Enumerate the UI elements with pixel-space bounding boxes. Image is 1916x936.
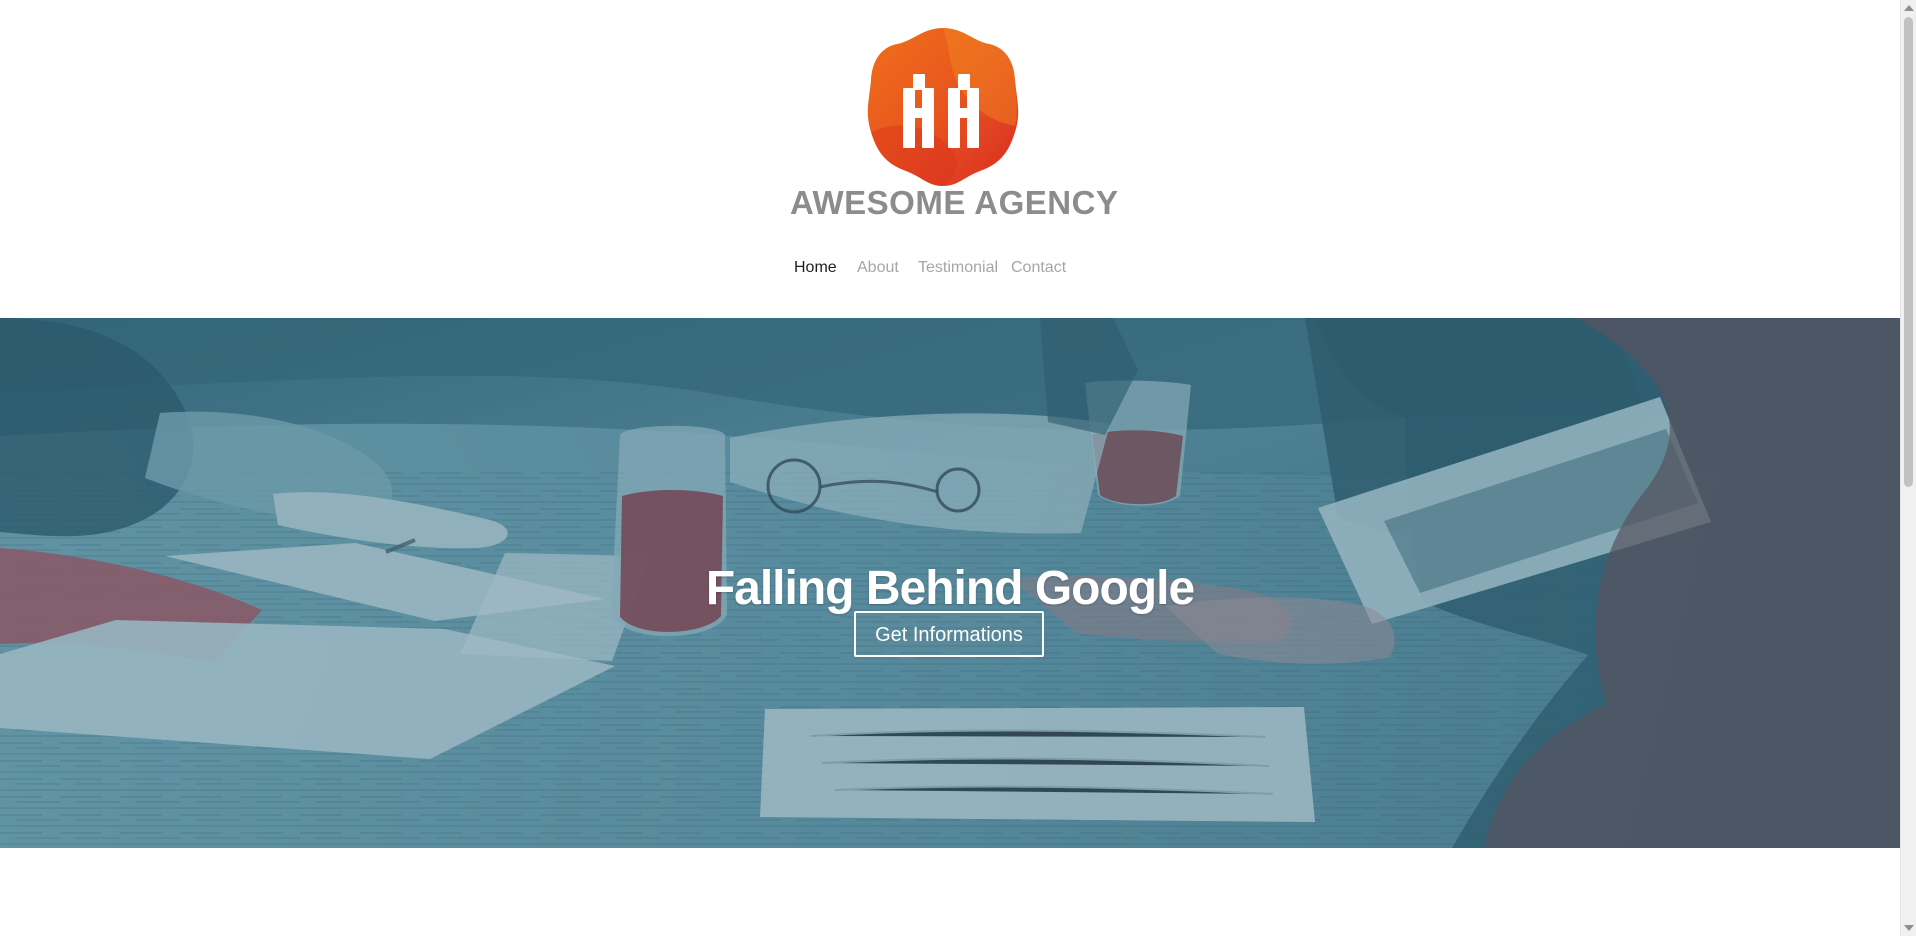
webpage: AWESOME AGENCY Home About Testimonial Co… <box>0 0 1916 936</box>
nav-link-home[interactable]: Home <box>794 253 837 283</box>
main-navigation: Home About Testimonial Contact <box>0 253 1900 283</box>
scroll-down-icon[interactable] <box>1904 925 1914 931</box>
page-scrollbar[interactable] <box>1900 0 1916 936</box>
browser-viewport: AWESOME AGENCY Home About Testimonial Co… <box>0 0 1900 936</box>
scroll-up-icon[interactable] <box>1904 5 1914 11</box>
hero-section: Falling Behind Google Get Informations <box>0 318 1900 848</box>
nav-link-contact[interactable]: Contact <box>1011 253 1066 283</box>
nav-link-about[interactable]: About <box>857 253 899 283</box>
get-informations-button[interactable]: Get Informations <box>854 611 1044 657</box>
scrollbar-thumb[interactable] <box>1904 17 1913 487</box>
content-section <box>0 848 1900 936</box>
brand-name: AWESOME AGENCY <box>790 184 1119 221</box>
nav-link-testimonial[interactable]: Testimonial <box>918 253 998 283</box>
site-header: AWESOME AGENCY Home About Testimonial Co… <box>0 0 1900 318</box>
hero-title: Falling Behind Google <box>705 562 1195 616</box>
